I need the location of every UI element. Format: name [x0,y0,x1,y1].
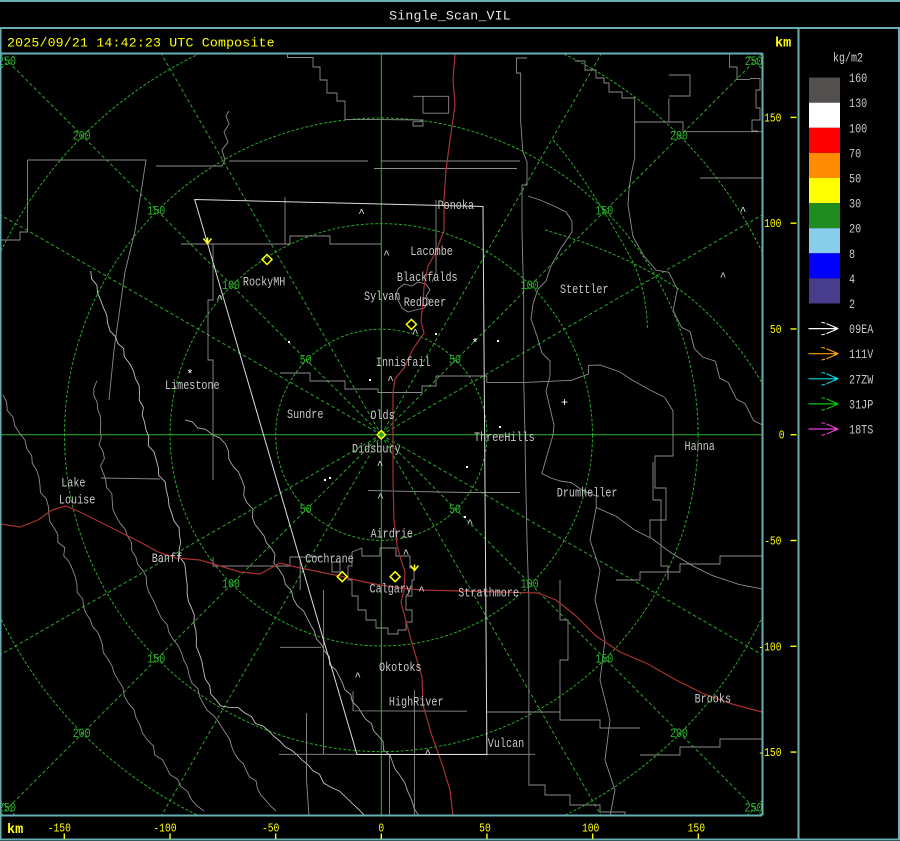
svg-text:Cochrane: Cochrane [305,553,354,567]
svg-text:100: 100 [521,279,539,293]
svg-text:^: ^ [424,749,431,761]
svg-text:50: 50 [449,354,461,368]
svg-text:Sundre: Sundre [287,408,323,422]
svg-text:130: 130 [849,97,867,111]
svg-text:50: 50 [449,503,461,517]
svg-text:27ZW: 27ZW [849,373,874,387]
svg-text:^: ^ [383,250,390,262]
svg-text:100: 100 [222,578,240,592]
svg-text:200: 200 [670,130,688,144]
svg-text:^: ^ [720,272,727,284]
svg-text:Okotoks: Okotoks [379,661,421,675]
svg-text:Brooks: Brooks [695,693,731,707]
svg-text:Strathmore: Strathmore [458,586,519,600]
svg-text:8: 8 [849,248,855,262]
svg-text:50: 50 [770,324,782,337]
svg-text:100: 100 [764,218,781,231]
svg-text:-50: -50 [262,823,279,836]
svg-text:150: 150 [147,204,165,218]
svg-text:Innisfail: Innisfail [376,356,431,370]
svg-text:0: 0 [779,430,785,443]
svg-text:Vulcan: Vulcan [488,737,524,751]
svg-text:150: 150 [688,823,705,836]
svg-text:Airdrie: Airdrie [371,528,413,542]
svg-text:-100: -100 [153,823,176,836]
svg-text:250: 250 [0,55,16,69]
svg-text:100: 100 [521,578,539,592]
svg-text:*: * [471,337,478,351]
svg-text:+: + [561,396,568,410]
svg-text:Blackfalds: Blackfalds [397,271,458,285]
svg-text:Olds: Olds [370,409,394,423]
svg-text:-150: -150 [758,747,781,760]
svg-text:Banff: Banff [152,552,182,566]
svg-text:kg/m2: kg/m2 [833,52,863,66]
svg-text:70: 70 [849,147,861,161]
svg-text:50: 50 [300,354,312,368]
svg-text:160: 160 [849,72,867,86]
svg-text:^: ^ [377,493,384,505]
svg-text:Single_Scan_VIL: Single_Scan_VIL [389,9,511,24]
svg-text:250: 250 [745,55,763,69]
svg-text:100: 100 [222,279,240,293]
svg-text:150: 150 [147,652,165,666]
svg-text:20: 20 [849,223,861,237]
svg-text:^: ^ [467,519,474,531]
svg-text:RedDeer: RedDeer [404,296,446,310]
svg-text:Didsbury: Didsbury [352,443,401,457]
svg-text:Louise: Louise [59,493,95,507]
svg-text:^: ^ [418,586,425,598]
svg-text:100: 100 [582,823,599,836]
svg-text:2025/09/21 14:42:23 UTC Compos: 2025/09/21 14:42:23 UTC Composite [7,36,275,51]
svg-text:31JP: 31JP [849,398,873,412]
svg-text:^: ^ [403,549,410,561]
svg-text:Stettler: Stettler [560,283,609,297]
svg-text:150: 150 [595,204,613,218]
svg-text:200: 200 [73,727,91,741]
svg-text:^: ^ [354,672,361,684]
svg-text:200: 200 [73,130,91,144]
svg-text:4: 4 [849,273,855,287]
svg-text:250: 250 [745,802,763,816]
svg-text:ThreeHills: ThreeHills [474,431,535,445]
svg-text:18TS: 18TS [849,424,873,438]
svg-text:250: 250 [0,802,16,816]
svg-text:HighRiver: HighRiver [389,696,444,710]
svg-text:Calgary: Calgary [370,583,413,597]
svg-text:Drumheller: Drumheller [557,487,618,501]
svg-text:111V: 111V [849,348,874,362]
svg-text:Sylvan: Sylvan [364,290,400,304]
svg-text:-100: -100 [758,641,781,654]
svg-text:Lake: Lake [61,477,85,491]
svg-text:^: ^ [216,295,223,307]
svg-text:^: ^ [387,376,394,388]
svg-text:km: km [7,823,23,838]
svg-text:km: km [775,37,791,52]
svg-text:150: 150 [595,652,613,666]
svg-text:50: 50 [849,173,861,187]
svg-text:Hanna: Hanna [685,440,716,454]
svg-text:100: 100 [849,122,867,136]
svg-text:2: 2 [849,298,855,312]
svg-text:Ponoka: Ponoka [438,199,475,213]
svg-text:50: 50 [479,823,491,836]
svg-text:RockyMH: RockyMH [243,275,285,289]
svg-text:^: ^ [377,461,384,473]
svg-text:200: 200 [670,727,688,741]
svg-text:*: * [186,368,193,382]
svg-text:150: 150 [764,112,781,125]
svg-text:-50: -50 [764,536,781,549]
svg-text:^: ^ [740,207,747,219]
svg-text:09EA: 09EA [849,323,874,337]
svg-text:50: 50 [300,503,312,517]
svg-text:Lacombe: Lacombe [410,245,452,259]
svg-text:-150: -150 [48,823,71,836]
svg-text:30: 30 [849,198,861,212]
svg-text:^: ^ [412,329,419,341]
svg-text:^: ^ [358,208,365,220]
